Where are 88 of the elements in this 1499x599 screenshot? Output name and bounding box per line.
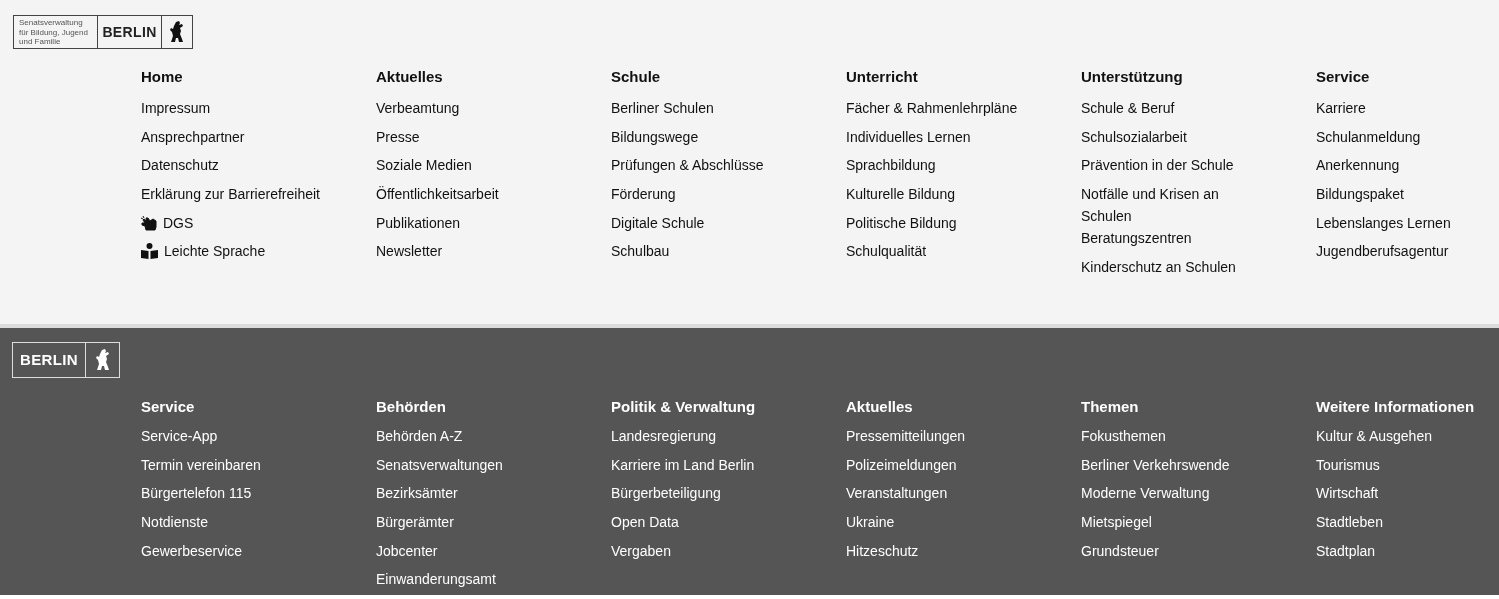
column-heading: Politik & Verwaltung [611, 398, 756, 417]
footer-link[interactable]: Behörden A-Z [376, 426, 463, 455]
footer-link[interactable]: Hitzeschutz [846, 540, 919, 570]
bear-icon [95, 349, 110, 371]
footer-link[interactable]: Schulanmeldung [1316, 125, 1421, 155]
footer-link[interactable]: Bildungswege [611, 125, 699, 155]
footer-link[interactable]: Impressum [141, 97, 211, 126]
footer-link[interactable]: Notfälle und Krisen an Schulen [1081, 183, 1271, 228]
column-heading: Service [1316, 68, 1370, 87]
footer-link[interactable]: Bezirksämter [376, 483, 458, 513]
bear-icon [170, 21, 184, 43]
footer-link[interactable]: Beratungszentren [1081, 227, 1192, 256]
berlin-logo[interactable]: BERLIN [12, 342, 120, 378]
column-heading: Aktuelles [846, 398, 913, 417]
footer-link[interactable]: Polizeimeldungen [846, 454, 957, 484]
footer-link[interactable]: Gewerbeservice [141, 540, 243, 570]
footer-link[interactable]: Individuelles Lernen [846, 125, 971, 155]
footer-link[interactable]: Prüfungen & Abschlüsse [611, 154, 764, 184]
footer-link[interactable]: Schulqualität [846, 240, 927, 270]
footer-link[interactable]: Schulbau [611, 240, 670, 270]
footer-link[interactable]: Termin vereinbaren [141, 454, 261, 484]
column-heading: Themen [1081, 398, 1139, 417]
column-heading: Unterricht [846, 68, 918, 87]
footer-link[interactable]: Senatsverwaltungen [376, 454, 503, 484]
footer-link[interactable]: Mietspiegel [1081, 512, 1152, 541]
footer-link[interactable]: Veranstaltungen [846, 483, 948, 513]
footer-link[interactable]: Digitale Schule [611, 211, 705, 241]
reading-person-icon [141, 243, 158, 260]
footer-link[interactable]: Bürgerämter [376, 512, 454, 541]
footer-link[interactable]: Tourismus [1316, 454, 1380, 484]
footer-link[interactable]: Presse [376, 125, 420, 155]
footer-link[interactable]: Newsletter [376, 240, 443, 270]
footer-link[interactable]: Landesregierung [611, 426, 717, 455]
footer-link[interactable]: Moderne Verwaltung [1081, 483, 1210, 513]
footer-link[interactable]: Kinderschutz an Schulen [1081, 255, 1236, 285]
footer-link[interactable]: Jobcenter [376, 540, 438, 570]
footer-link[interactable]: Service-App [141, 426, 218, 455]
footer-link[interactable]: Stadtplan [1316, 540, 1376, 570]
footer-link[interactable]: Bürgertelefon 115 [141, 483, 252, 513]
footer-link[interactable]: Sprachbildung [846, 154, 936, 184]
footer-link[interactable]: Schule & Beruf [1081, 97, 1175, 126]
footer-link[interactable]: Soziale Medien [376, 154, 472, 184]
column-heading: Home [141, 68, 183, 87]
footer-link[interactable]: Notdienste [141, 512, 208, 541]
footer-link[interactable]: Kulturelle Bildung [846, 183, 955, 212]
footer-link[interactable]: Prävention in der Schule [1081, 154, 1234, 184]
hand-icon [141, 214, 157, 231]
column-heading: Unterstützung [1081, 68, 1183, 87]
footer-link[interactable]: Jugendberufsagentur [1316, 240, 1449, 270]
footer-link[interactable]: Fokusthemen [1081, 426, 1166, 455]
footer-link[interactable]: Ansprechpartner [141, 125, 245, 155]
footer-link[interactable]: Einwanderungsamt [376, 569, 496, 599]
department-name: Senatsverwaltung für Bildung, Jugend und Familie [14, 16, 98, 48]
footer-link[interactable]: Grundsteuer [1081, 540, 1159, 570]
footer-link[interactable]: Lebenslanges Lernen [1316, 211, 1451, 241]
footer-link[interactable]: Öffentlichkeitsarbeit [376, 183, 499, 212]
footer-link[interactable]: DGS [141, 211, 194, 241]
footer-link[interactable]: Fächer & Rahmenlehrpläne [846, 97, 1018, 126]
footer-link[interactable]: Leichte Sprache [141, 240, 266, 270]
footer-link[interactable]: Politische Bildung [846, 211, 957, 241]
footer-link[interactable]: Karriere [1316, 97, 1366, 126]
footer-link[interactable]: Bürgerbeteiligung [611, 483, 721, 513]
footer-link[interactable]: Datenschutz [141, 154, 219, 184]
footer-link[interactable]: Verbeamtung [376, 97, 460, 126]
footer-link[interactable]: Berliner Schulen [611, 97, 714, 126]
footer-link[interactable]: Open Data [611, 512, 679, 541]
footer-link[interactable]: Wirtschaft [1316, 483, 1379, 513]
department-logo[interactable]: Senatsverwaltung für Bildung, Jugend und Familie BERLIN [13, 15, 193, 49]
logo-wordmark: BERLIN [98, 16, 162, 48]
column-heading: Behörden [376, 398, 446, 417]
footer-link[interactable]: Stadtleben [1316, 512, 1383, 541]
column-heading: Service [141, 398, 195, 417]
footer-link[interactable]: Ukraine [846, 512, 895, 541]
column-heading: Aktuelles [376, 68, 443, 87]
footer-link[interactable]: Erklärung zur Barrierefreiheit [141, 183, 320, 212]
footer-link[interactable]: Vergaben [611, 540, 671, 570]
footer-link[interactable]: Schulsozialarbeit [1081, 125, 1187, 155]
footer-link[interactable]: Publikationen [376, 211, 461, 241]
footer-link[interactable]: Berliner Verkehrswende [1081, 454, 1230, 484]
footer-link[interactable]: Bildungspaket [1316, 183, 1404, 212]
footer-link[interactable]: Karriere im Land Berlin [611, 454, 755, 484]
column-heading: Weitere Informationen [1316, 398, 1475, 417]
footer-link[interactable]: Anerkennung [1316, 154, 1400, 184]
column-heading: Schule [611, 68, 661, 87]
logo-wordmark: BERLIN [13, 343, 86, 377]
footer-link[interactable]: Kultur & Ausgehen [1316, 426, 1432, 455]
footer-link[interactable]: Förderung [611, 183, 676, 212]
footer-link[interactable]: Pressemitteilungen [846, 426, 966, 455]
